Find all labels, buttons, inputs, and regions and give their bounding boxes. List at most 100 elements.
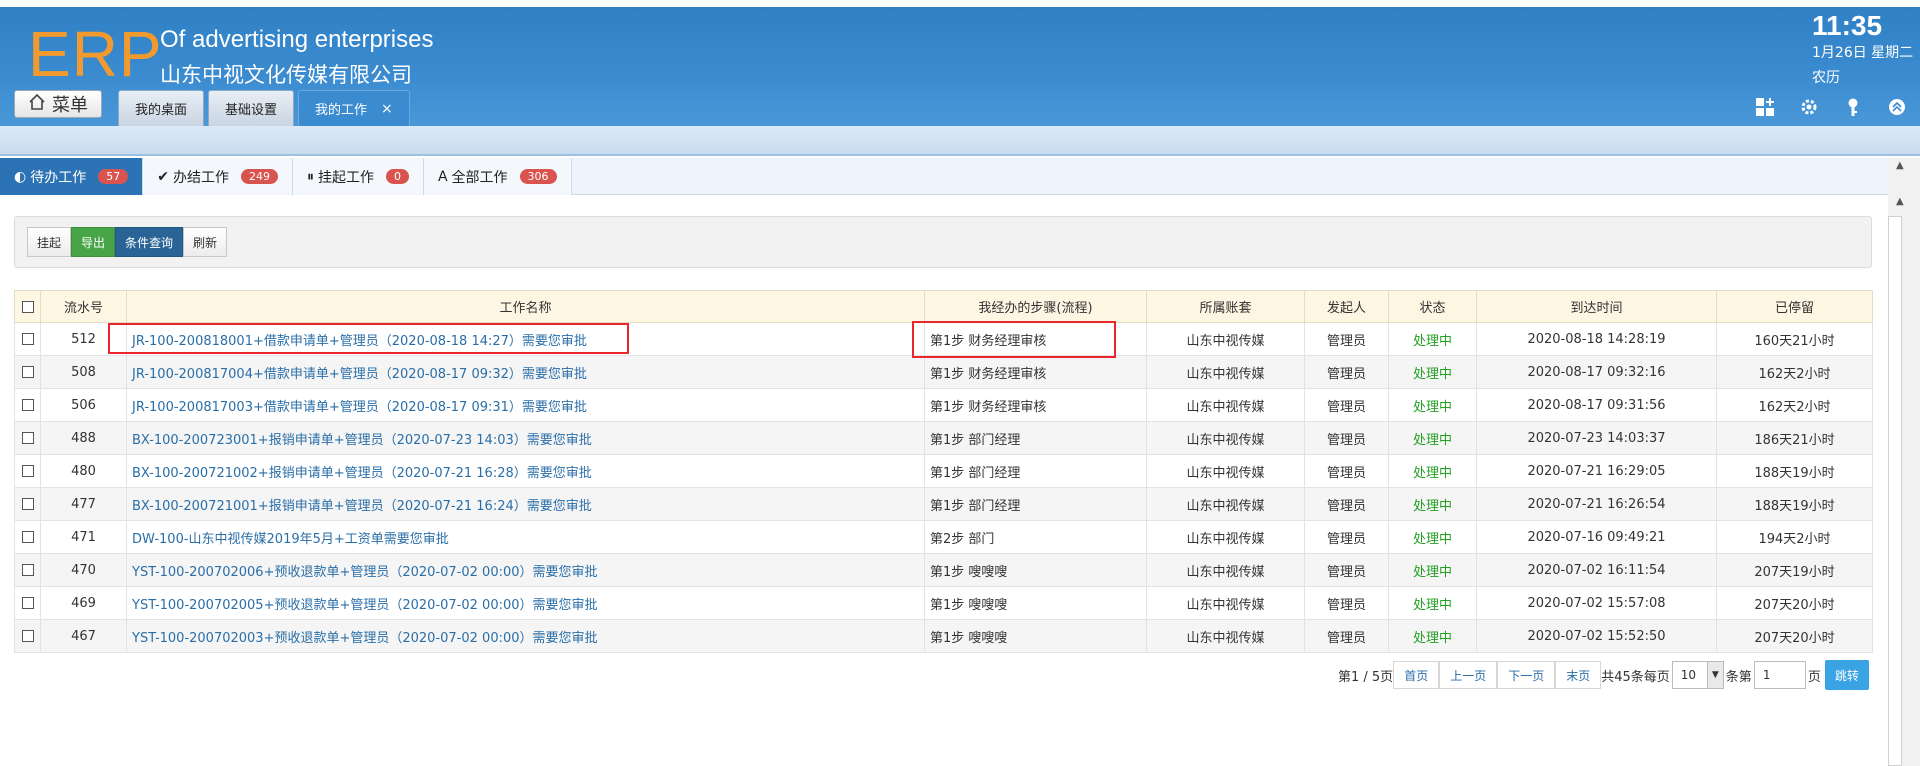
row-checkbox[interactable]: [21, 399, 34, 411]
row-checkbox[interactable]: [21, 498, 34, 510]
row-select-cell[interactable]: [14, 421, 41, 455]
table-row[interactable]: 467 YST-100-200702003+预收退款单+管理员（2020-07-0…: [14, 619, 1873, 653]
select-all-checkbox[interactable]: [21, 300, 34, 313]
cell-initiator: 管理员: [1304, 487, 1389, 521]
row-checkbox[interactable]: [21, 597, 34, 609]
refresh-button[interactable]: 刷新: [183, 227, 228, 257]
close-icon[interactable]: ×: [381, 101, 393, 117]
col-header-serial[interactable]: 流水号: [40, 290, 127, 323]
cell-status: 处理中: [1388, 586, 1477, 620]
row-checkbox[interactable]: [21, 333, 34, 345]
scroll-up-arrow-icon[interactable]: ▲: [1896, 196, 1904, 207]
cell-account: 山东中视传媒: [1146, 388, 1305, 422]
chevron-down-icon[interactable]: ▼: [1706, 662, 1723, 688]
table-row[interactable]: 477 BX-100-200721001+报销申请单+管理员（2020-07-21…: [14, 487, 1873, 521]
brand-english: Of advertising enterprises: [160, 26, 434, 53]
col-header-account[interactable]: 所属账套: [1146, 290, 1305, 323]
row-select-cell[interactable]: [14, 454, 41, 488]
select-all-cell[interactable]: [14, 290, 41, 323]
apps-grid-icon[interactable]: [1754, 96, 1776, 118]
toolbar-button-group: 挂起 导出 条件查询 刷新: [27, 227, 228, 257]
tab-my-desktop[interactable]: 我的桌面: [118, 90, 205, 126]
key-icon[interactable]: [1842, 96, 1864, 118]
cell-id: 488: [40, 421, 127, 455]
cell-arrival: 2020-07-16 09:49:21: [1476, 520, 1717, 554]
gear-icon[interactable]: [1798, 96, 1820, 118]
row-checkbox[interactable]: [21, 630, 34, 642]
row-select-cell[interactable]: [14, 553, 41, 587]
cell-step: 第1步 财务经理审核: [924, 355, 1147, 389]
last-page-button[interactable]: 末页: [1555, 661, 1602, 689]
tab-basic-settings[interactable]: 基础设置: [208, 90, 295, 126]
cell-name[interactable]: YST-100-200702005+预收退款单+管理员（2020-07-02 0…: [126, 586, 925, 620]
cell-name[interactable]: YST-100-200702006+预收退款单+管理员（2020-07-02 0…: [126, 553, 925, 587]
row-select-cell[interactable]: [14, 586, 41, 620]
cell-name[interactable]: BX-100-200721002+报销申请单+管理员（2020-07-21 16…: [126, 454, 925, 488]
export-button[interactable]: 导出: [71, 227, 116, 257]
table-row[interactable]: 469 YST-100-200702005+预收退款单+管理员（2020-07-0…: [14, 586, 1873, 620]
check-icon: ✔: [157, 168, 169, 185]
total-records-text: 共45条每页: [1601, 669, 1670, 685]
cell-stay: 207天19小时: [1716, 553, 1873, 587]
cell-account: 山东中视传媒: [1146, 454, 1305, 488]
col-header-status[interactable]: 状态: [1388, 290, 1477, 323]
tab-suspended-work[interactable]: ⏸ 挂起工作 0: [292, 158, 424, 195]
col-header-initiator[interactable]: 发起人: [1304, 290, 1389, 323]
menu-button[interactable]: 菜单: [14, 90, 102, 118]
suspend-button[interactable]: 挂起: [27, 227, 72, 257]
cell-name[interactable]: BX-100-200721001+报销申请单+管理员（2020-07-21 16…: [126, 487, 925, 521]
row-select-cell[interactable]: [14, 355, 41, 389]
cell-status: 处理中: [1388, 553, 1477, 587]
condition-query-button[interactable]: 条件查询: [115, 227, 184, 257]
row-select-cell[interactable]: [14, 487, 41, 521]
scroll-up-arrow-icon[interactable]: ▲: [1896, 160, 1904, 171]
row-checkbox[interactable]: [21, 465, 34, 477]
lunar-calendar-link[interactable]: 农历: [1812, 67, 1840, 87]
col-header-stay[interactable]: 已停留: [1716, 290, 1873, 323]
page-size-select[interactable]: 10 ▼: [1671, 661, 1724, 689]
row-checkbox[interactable]: [21, 531, 34, 543]
row-checkbox[interactable]: [21, 366, 34, 378]
cell-name[interactable]: JR-100-200817003+借款申请单+管理员（2020-08-17 09…: [126, 388, 925, 422]
header-subband: [0, 126, 1920, 156]
table-row[interactable]: 471 DW-100-山东中视传媒2019年5月+工资单需要您审批 第2步 部门 山东…: [14, 520, 1873, 554]
vertical-scrollbar[interactable]: ▲ ▲: [1888, 158, 1920, 766]
cell-step: 第1步 嗖嗖嗖: [924, 619, 1147, 653]
collapse-up-icon[interactable]: [1886, 96, 1908, 118]
table-row[interactable]: 488 BX-100-200723001+报销申请单+管理员（2020-07-23…: [14, 421, 1873, 455]
row-checkbox[interactable]: [21, 564, 34, 576]
cell-id: 469: [40, 586, 127, 620]
cell-name[interactable]: JR-100-200817004+借款申请单+管理员（2020-08-17 09…: [126, 355, 925, 389]
row-checkbox[interactable]: [21, 432, 34, 444]
table-row[interactable]: 508 JR-100-200817004+借款申请单+管理员（2020-08-17…: [14, 355, 1873, 389]
first-page-button[interactable]: 首页: [1393, 661, 1440, 689]
jump-button[interactable]: 跳转: [1824, 660, 1869, 690]
table-row[interactable]: 506 JR-100-200817003+借款申请单+管理员（2020-08-17…: [14, 388, 1873, 422]
col-header-arrival[interactable]: 到达时间: [1476, 290, 1717, 323]
tab-completed-work[interactable]: ✔ 办结工作 249: [143, 158, 293, 195]
next-page-button[interactable]: 下一页: [1497, 661, 1556, 689]
tab-my-work[interactable]: 我的工作 ×: [298, 90, 410, 126]
table-row[interactable]: 470 YST-100-200702006+预收退款单+管理员（2020-07-0…: [14, 553, 1873, 587]
row-select-cell[interactable]: [14, 520, 41, 554]
row-select-cell[interactable]: [14, 619, 41, 653]
tab-label: 办结工作: [172, 169, 229, 186]
cell-name[interactable]: BX-100-200723001+报销申请单+管理员（2020-07-23 14…: [126, 421, 925, 455]
count-badge: 0: [385, 169, 409, 184]
cell-name[interactable]: DW-100-山东中视传媒2019年5月+工资单需要您审批: [126, 520, 925, 554]
tab-label: 待办工作: [30, 169, 87, 186]
tab-pending-work[interactable]: ◐ 待办工作 57: [0, 158, 144, 195]
tab-all-work[interactable]: A 全部工作 306: [423, 158, 572, 195]
cell-id: 506: [40, 388, 127, 422]
row-select-cell[interactable]: [14, 388, 41, 422]
prev-page-button[interactable]: 上一页: [1439, 661, 1498, 689]
col-header-step[interactable]: 我经办的步骤(流程): [924, 290, 1147, 323]
cell-id: 508: [40, 355, 127, 389]
col-header-work-name[interactable]: 工作名称: [126, 290, 925, 323]
cell-id: 477: [40, 487, 127, 521]
table-row[interactable]: 480 BX-100-200721002+报销申请单+管理员（2020-07-21…: [14, 454, 1873, 488]
page-number-input[interactable]: 1: [1753, 661, 1806, 689]
scrollbar-thumb[interactable]: [1888, 216, 1902, 766]
cell-name[interactable]: YST-100-200702003+预收退款单+管理员（2020-07-02 0…: [126, 619, 925, 653]
row-select-cell[interactable]: [14, 322, 41, 356]
